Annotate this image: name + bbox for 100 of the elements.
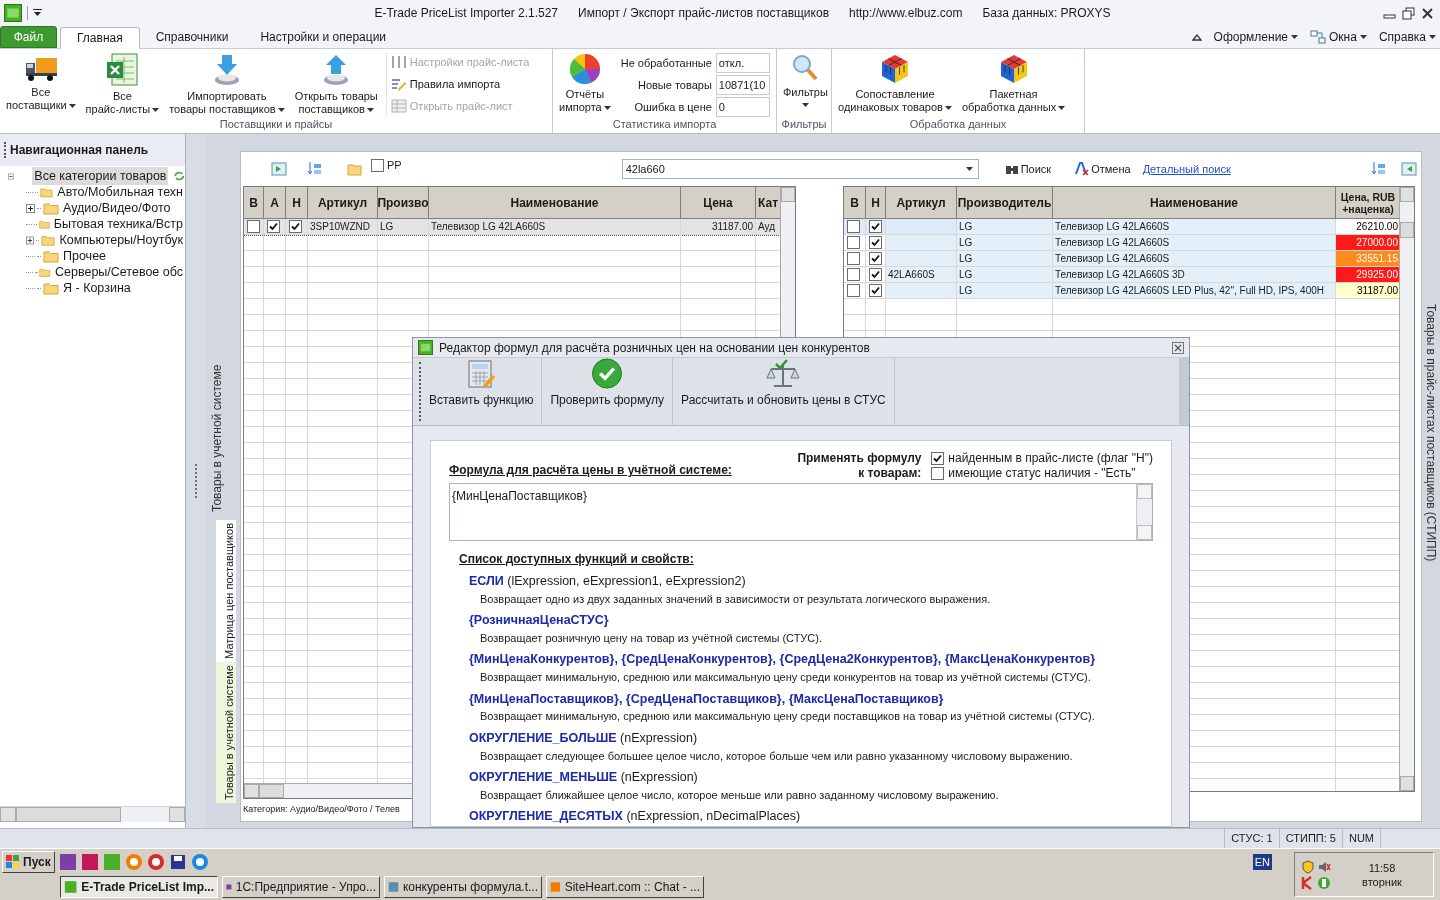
table-cell: LG (957, 235, 1053, 251)
row-checkbox[interactable] (847, 268, 860, 281)
row-checkbox[interactable] (847, 236, 860, 249)
ribbon-group-label: Фильтры (780, 117, 828, 132)
tree-item[interactable]: Все категории товаров (32, 166, 169, 186)
table-row[interactable]: 42LA660S LG Телевизор LG 42LA660S 3D 29925.00 (844, 267, 1399, 283)
ribbon-tab[interactable]: Главная (60, 27, 140, 49)
expand-icon[interactable] (26, 203, 35, 213)
side-tab[interactable]: Товары в учетной системе (216, 661, 236, 803)
row-checkbox[interactable] (847, 252, 860, 265)
ribbon-group-label: Поставщики и прайсы (218, 117, 334, 132)
table-cell: LG (957, 251, 1053, 267)
folder-icon (43, 249, 59, 263)
row-checkbox[interactable] (847, 220, 860, 233)
toolbar-button[interactable]: Проверить формулу (542, 358, 674, 425)
quick-access-icon[interactable] (33, 9, 42, 17)
taskbar-button[interactable]: 1С:Предприятие - Упро... (222, 876, 380, 899)
splitter-handle[interactable] (194, 464, 198, 498)
row-checkbox[interactable] (267, 220, 280, 233)
menu-button[interactable]: Оформление (1213, 28, 1299, 46)
close-icon[interactable] (1421, 6, 1434, 20)
function-signature: {РозничнаяЦенаСТУС} (469, 612, 610, 629)
table-row[interactable]: LG Телевизор LG 42LA660S LED Plus, 42", Full HD, IPS, 400H 31187.00 (844, 283, 1399, 299)
checkbox[interactable] (931, 452, 945, 465)
caret-icon (68, 103, 76, 108)
start-button[interactable]: Пуск (2, 850, 55, 873)
menu-button[interactable]: Справка (1378, 28, 1436, 46)
program-icon[interactable] (58, 852, 77, 871)
status-icon[interactable] (1317, 875, 1331, 890)
browser-icon[interactable] (124, 852, 143, 871)
vertical-scrollbar[interactable] (1179, 358, 1189, 425)
refresh-icon[interactable] (174, 169, 185, 183)
ribbon-button[interactable]: Все поставщики (2, 53, 80, 112)
row-checkbox[interactable] (869, 284, 882, 297)
row-checkbox[interactable] (869, 220, 882, 233)
sort-icon[interactable] (1370, 161, 1387, 177)
checkbox-label: имеющие статус наличия - "Есть" (948, 466, 1136, 481)
price-cell: 29925.00 (1336, 267, 1399, 283)
import-icon[interactable] (1400, 161, 1417, 177)
checkbox[interactable] (371, 158, 384, 172)
caret-icon (277, 107, 285, 112)
table-row[interactable]: LG Телевизор LG 42LA660S 26210.00 (844, 219, 1399, 235)
row-checkbox[interactable] (847, 284, 860, 297)
ribbon-button[interactable]: Отчёты импорта (555, 53, 615, 114)
row-checkbox[interactable] (247, 220, 260, 233)
vertical-scrollbar[interactable] (1399, 187, 1414, 791)
shield-icon[interactable] (1301, 859, 1315, 874)
row-checkbox[interactable] (869, 268, 882, 281)
close-icon[interactable] (1172, 341, 1184, 354)
export-icon[interactable] (271, 161, 287, 177)
row-checkbox[interactable] (869, 236, 882, 249)
detailed-search-link[interactable]: Детальный поиск (1142, 160, 1231, 178)
app-icon[interactable] (418, 340, 433, 355)
ribbon-button[interactable]: Сопоставление одинаковых товаров (834, 53, 956, 114)
cancel-button[interactable]: Отмена (1075, 160, 1131, 178)
ribbon-button[interactable]: Все прайс-листы (81, 53, 164, 116)
browser-icon[interactable] (146, 852, 165, 871)
browser-icon[interactable] (190, 852, 209, 871)
collapse-ribbon-icon[interactable] (1191, 33, 1202, 41)
windows-logo-icon (6, 854, 20, 869)
file-menu-tab[interactable]: Файл (0, 26, 57, 48)
language-indicator[interactable]: EN (1252, 853, 1272, 870)
app-icon[interactable] (4, 4, 22, 22)
function-description: Возвращает ближайшее целое число, которое меньше или равно заданному числовому выражению. (480, 787, 1000, 803)
folder-icon (43, 201, 59, 215)
restore-icon[interactable] (1402, 6, 1415, 20)
horizontal-scrollbar[interactable] (0, 806, 185, 822)
price-cell: 26210.00 (1336, 219, 1399, 235)
table-row[interactable]: LG Телевизор LG 42LA660S 27000.00 (844, 235, 1399, 251)
taskbar-button[interactable]: SiteHeart.com :: Chat - ... (546, 876, 704, 899)
row-checkbox[interactable] (289, 220, 302, 233)
expand-icon[interactable] (26, 235, 34, 245)
price-cell: 33551.15 (1336, 251, 1399, 267)
row-checkbox[interactable] (869, 252, 882, 265)
speaker-icon[interactable] (1317, 859, 1331, 874)
ribbon-tab[interactable]: Справочники (139, 26, 245, 48)
collapse-icon[interactable] (8, 171, 14, 181)
ribbon-tab[interactable]: Настройки и операции (244, 26, 403, 48)
ribbon-button[interactable]: Открыть товары поставщиков (290, 53, 382, 116)
table-row[interactable]: LG Телевизор LG 42LA660S 33551.15 (844, 251, 1399, 267)
sort-icon[interactable] (307, 161, 323, 177)
ribbon-button[interactable]: Пакетная обработка данных (957, 53, 1070, 114)
formula-editor[interactable]: {МинЦенаПоставщиков} (449, 483, 1153, 541)
function-signature: ОКРУГЛЕНИЕ_МЕНЬШЕ (nExpression) (469, 769, 699, 786)
search-button[interactable]: Поиск (1004, 160, 1052, 178)
side-tab[interactable]: Матрица цен поставщиков (216, 520, 236, 662)
program-icon[interactable] (80, 852, 99, 871)
taskbar-button[interactable]: E-Trade PriceList Imp... (60, 876, 218, 899)
checkbox[interactable] (931, 467, 945, 480)
toolbar-button[interactable]: Рассчитать и обновить цены в СТУС (673, 358, 895, 425)
table-row[interactable]: 3SP10WZND LG Телевизор LG 42LA660S 31187.00 Ауд (244, 219, 780, 235)
ribbon-button[interactable]: Импортировать товары поставщиков (165, 53, 289, 116)
toolbar-button[interactable]: Вставить функцию (421, 358, 543, 425)
caret-icon (1429, 35, 1436, 39)
search-field[interactable]: 42la660 (621, 159, 979, 179)
taskbar-button[interactable]: конкуренты формула.t... (384, 876, 542, 899)
ribbon-button[interactable]: Фильтры (779, 53, 832, 107)
menu-button[interactable]: Окна (1310, 28, 1367, 46)
save-icon[interactable] (168, 852, 187, 871)
ribbon-button[interactable]: Правила импорта (390, 75, 530, 93)
